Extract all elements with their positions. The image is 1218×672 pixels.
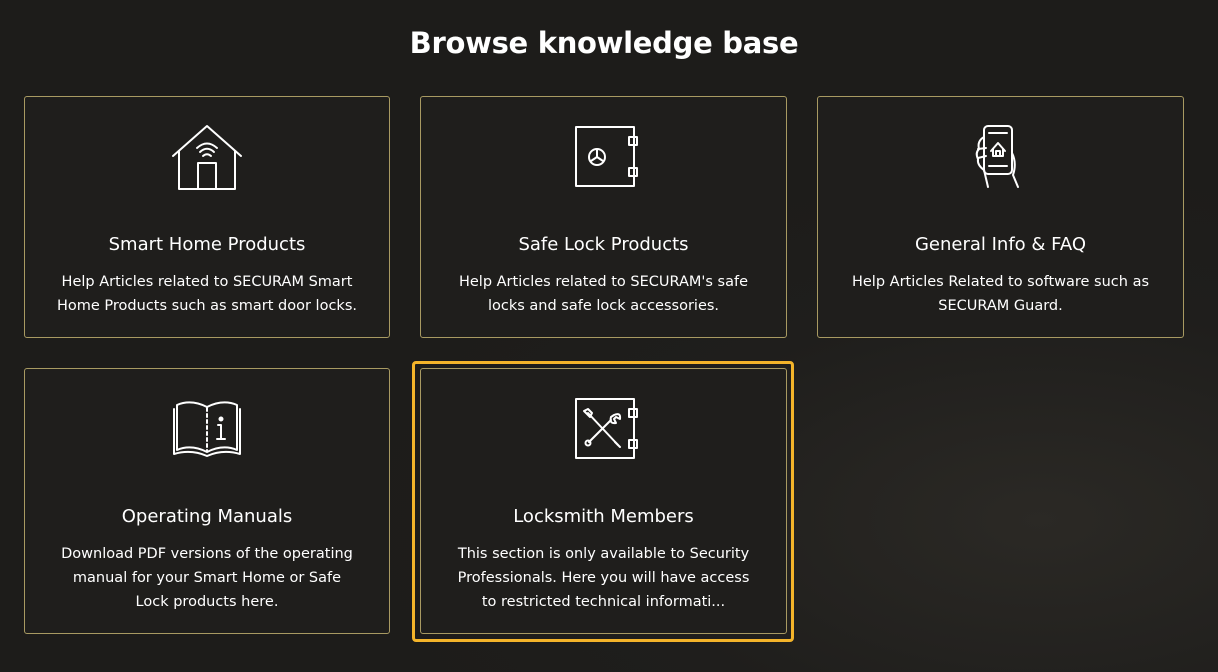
smart-home-icon <box>171 123 243 191</box>
card-title: Operating Manuals <box>121 506 293 527</box>
card-title: General Info & FAQ <box>914 234 1087 255</box>
card-description: Help Articles related to SECURAM's safe … <box>458 274 749 314</box>
card-general-info-faq[interactable]: General Info & FAQ Help Articles Related… <box>817 96 1184 338</box>
card-safe-lock-products[interactable]: Safe Lock Products Help Articles related… <box>420 96 787 338</box>
safe-icon <box>568 123 640 191</box>
manual-book-icon <box>171 395 243 463</box>
card-title: Smart Home Products <box>108 234 306 255</box>
card-description: This section is only available to Securi… <box>457 546 750 610</box>
card-description: Download PDF versions of the operating m… <box>61 546 353 610</box>
card-operating-manuals[interactable]: Operating Manuals Download PDF versions … <box>24 368 390 634</box>
card-locksmith-members[interactable]: Locksmith Members This section is only a… <box>420 368 787 634</box>
card-smart-home-products[interactable]: Smart Home Products Help Articles relate… <box>24 96 390 338</box>
card-description: Help Articles related to SECURAM Smart H… <box>57 274 357 314</box>
card-title: Locksmith Members <box>513 506 694 527</box>
card-title: Safe Lock Products <box>518 234 689 255</box>
card-description: Help Articles Related to software such a… <box>851 274 1150 314</box>
locksmith-tools-icon <box>568 395 640 463</box>
page-title: Browse knowledge base <box>409 26 799 60</box>
phone-in-hand-icon <box>965 123 1037 191</box>
